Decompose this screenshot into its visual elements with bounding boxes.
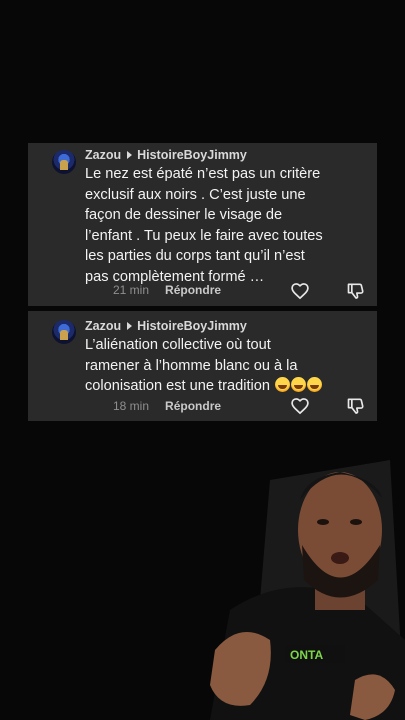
comment-line: L’aliénation collective où tout xyxy=(85,337,271,353)
shirt-logo-text: ONTA xyxy=(290,648,323,662)
comment-time: 21 min xyxy=(113,283,150,297)
dislike-icon[interactable] xyxy=(346,281,366,301)
author-name[interactable]: Zazou xyxy=(85,148,121,162)
comment-line-text: colonisation est une tradition xyxy=(85,378,270,395)
avatar[interactable] xyxy=(52,320,76,344)
reply-arrow-icon xyxy=(127,322,133,330)
laughing-emoji-icon xyxy=(291,377,307,393)
comment-meta: 21 min Répondre xyxy=(113,283,221,297)
laughing-emoji-icon xyxy=(307,377,323,393)
laughing-emoji-icon xyxy=(275,377,291,393)
author-name[interactable]: Zazou xyxy=(85,319,121,333)
comment-line: Le nez est épaté n’est pas un critère xyxy=(85,166,321,182)
reply-button[interactable]: Répondre xyxy=(165,283,221,297)
dislike-icon[interactable] xyxy=(346,396,366,416)
comment-text: Le nez est épaté n’est pas un critère ex… xyxy=(85,164,370,288)
reply-button[interactable]: Répondre xyxy=(165,399,221,413)
reply-to-name[interactable]: HistoireBoyJimmy xyxy=(137,148,247,162)
heart-icon[interactable] xyxy=(290,396,310,416)
comment-text: L’aliénation collective où tout ramener … xyxy=(85,335,370,397)
reply-to-name[interactable]: HistoireBoyJimmy xyxy=(137,319,247,333)
avatar[interactable] xyxy=(52,150,76,174)
comment-header: Zazou HistoireBoyJimmy xyxy=(85,319,247,333)
reply-arrow-icon xyxy=(127,151,133,159)
comment-line: ramener à l’homme blanc ou à la xyxy=(85,357,298,374)
comment-line: les parties du corps tant qu’il n’est xyxy=(85,248,305,265)
comment-time: 18 min xyxy=(113,399,150,413)
heart-icon[interactable] xyxy=(290,281,310,301)
comment-line: exclusif aux noirs . C’est juste une xyxy=(85,186,306,203)
speaker-video: ONTA xyxy=(210,460,405,720)
comment-line: façon de dessiner le visage de xyxy=(85,207,283,224)
comment-line: colonisation est une tradition xyxy=(85,376,370,397)
comment-line: l’enfant . Tu peux le faire avec toutes xyxy=(85,227,323,244)
comment-meta: 18 min Répondre xyxy=(113,399,221,413)
comment-header: Zazou HistoireBoyJimmy xyxy=(85,148,247,162)
